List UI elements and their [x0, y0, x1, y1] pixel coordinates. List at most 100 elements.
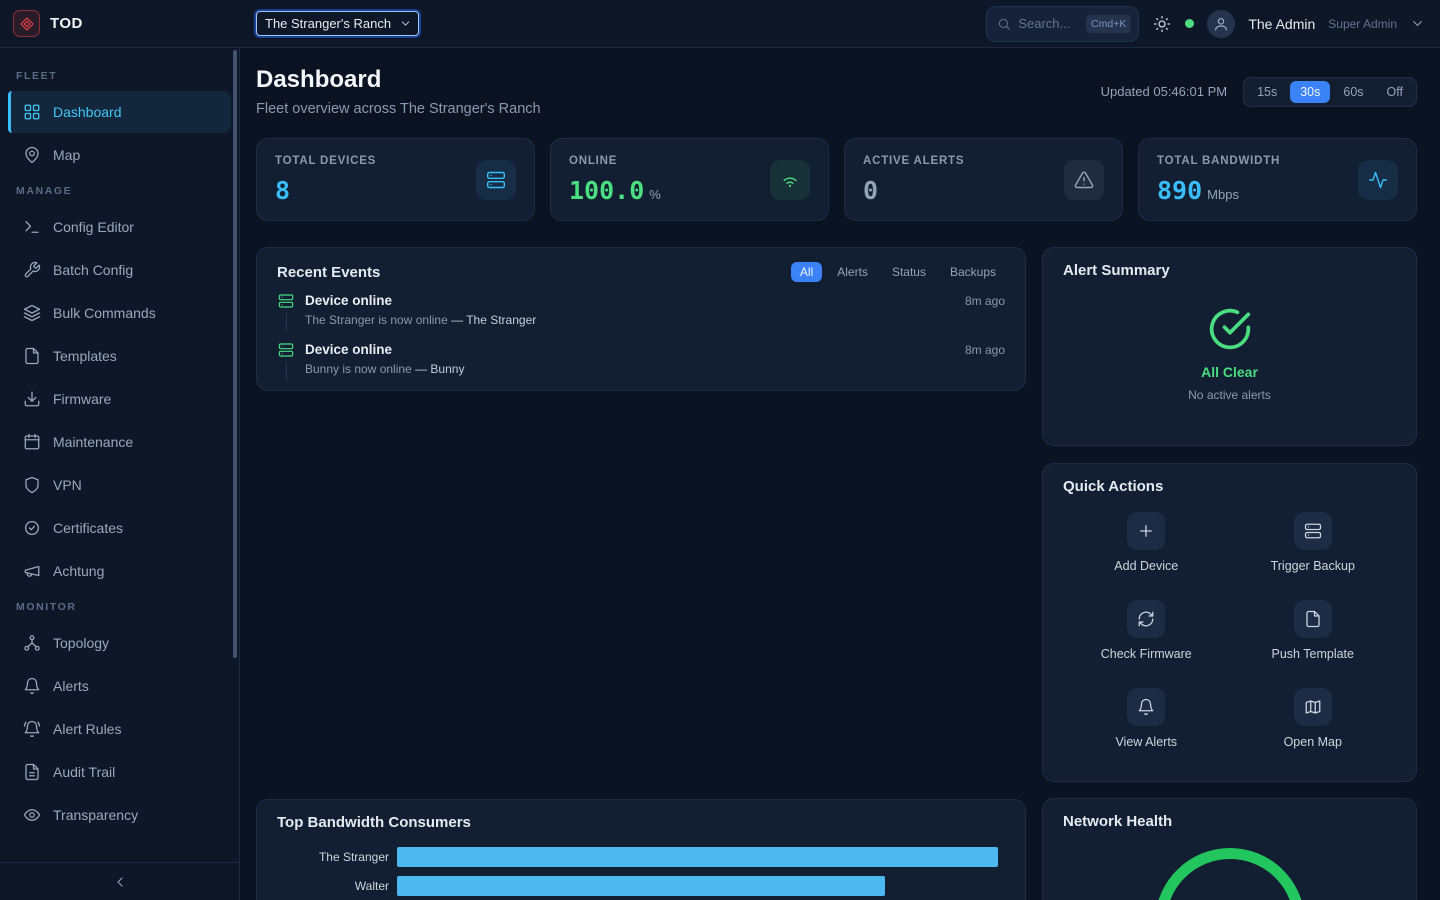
download-icon [23, 390, 41, 408]
sidebar-collapse-button[interactable] [0, 862, 239, 900]
sidebar-item-dashboard[interactable]: Dashboard [8, 91, 231, 133]
calendar-icon [23, 433, 41, 451]
sidebar-item-alerts[interactable]: Alerts [8, 665, 231, 707]
wrench-icon [23, 261, 41, 279]
refresh-interval-30s[interactable]: 30s [1290, 81, 1330, 103]
event-filter-status[interactable]: Status [883, 262, 935, 282]
quick-action-add-device[interactable]: Add Device [1063, 512, 1230, 573]
quick-actions-title: Quick Actions [1063, 478, 1163, 495]
sidebar-item-label: Maintenance [53, 434, 133, 450]
stat-card-online: ONLINE 100.0 % [550, 138, 829, 221]
connection-status-dot [1185, 19, 1194, 28]
quick-action-check-firmware[interactable]: Check Firmware [1063, 600, 1230, 661]
sidebar-item-label: Firmware [53, 391, 111, 407]
sidebar-item-maintenance[interactable]: Maintenance [8, 421, 231, 463]
fleet-selector-value: The Stranger's Ranch [265, 16, 391, 31]
bar-category-label: Walter [277, 879, 389, 893]
event-row: Device online 8m ago Bunny is now online… [277, 342, 1005, 380]
sidebar-item-certificates[interactable]: Certificates [8, 507, 231, 549]
bandwidth-bar [397, 847, 998, 867]
sidebar-item-label: Batch Config [53, 262, 133, 278]
stat-value: 8 [275, 176, 290, 205]
stat-card-total-devices: TOTAL DEVICES 8 [256, 138, 535, 221]
sidebar-item-vpn[interactable]: VPN [8, 464, 231, 506]
sidebar-scrollbar[interactable] [233, 50, 237, 658]
layers-icon [23, 304, 41, 322]
sidebar-item-label: Alert Rules [53, 721, 121, 737]
stat-label: ACTIVE ALERTS [863, 155, 964, 167]
bell-ring-icon [23, 720, 41, 738]
sidebar-item-firmware[interactable]: Firmware [8, 378, 231, 420]
alert-triangle-icon [1064, 160, 1104, 200]
stat-value: 0 [863, 176, 878, 205]
sidebar-item-audit-trail[interactable]: Audit Trail [8, 751, 231, 793]
user-role: Super Admin [1328, 17, 1397, 31]
sidebar-item-map[interactable]: Map [8, 134, 231, 176]
event-description: Bunny is now online [305, 362, 412, 376]
page-title: Dashboard [256, 66, 541, 94]
user-icon [1213, 16, 1229, 32]
stat-value: 890 [1157, 176, 1202, 205]
sidebar-item-label: Transparency [53, 807, 138, 823]
alert-summary-title: Alert Summary [1063, 262, 1170, 279]
quick-action-trigger-backup[interactable]: Trigger Backup [1230, 512, 1397, 573]
terminal-icon [23, 218, 41, 236]
event-filter-alerts[interactable]: Alerts [828, 262, 877, 282]
avatar[interactable] [1207, 10, 1235, 38]
sidebar-item-label: Audit Trail [53, 764, 115, 780]
recent-events-card: Recent Events All Alerts Status Backups [256, 247, 1026, 391]
quick-action-view-alerts[interactable]: View Alerts [1063, 688, 1230, 749]
right-column: Alert Summary All Clear No active alerts… [1042, 247, 1417, 900]
search-input[interactable]: Search... Cmd+K [986, 6, 1139, 42]
badge-check-icon [23, 519, 41, 537]
sidebar-item-config-editor[interactable]: Config Editor [8, 206, 231, 248]
event-filter-backups[interactable]: Backups [941, 262, 1005, 282]
updated-timestamp: Updated 05:46:01 PM [1101, 84, 1227, 99]
app-logo-icon [13, 10, 40, 37]
eye-icon [23, 806, 41, 824]
alert-summary-card: Alert Summary All Clear No active alerts [1042, 247, 1417, 446]
file-text-icon [23, 763, 41, 781]
fleet-selector-dropdown[interactable]: The Stranger's Ranch [256, 11, 419, 36]
sidebar-item-label: Dashboard [53, 104, 122, 120]
refresh-interval-60s[interactable]: 60s [1333, 81, 1373, 103]
bandwidth-bar-row: The Stranger [277, 847, 1005, 867]
refresh-interval-off[interactable]: Off [1377, 81, 1413, 103]
stat-label: TOTAL DEVICES [275, 155, 376, 167]
file-icon [23, 347, 41, 365]
event-device: — Bunny [415, 362, 464, 376]
sidebar-item-alert-rules[interactable]: Alert Rules [8, 708, 231, 750]
sun-icon [1153, 15, 1171, 33]
quick-action-label: Add Device [1114, 559, 1178, 573]
sidebar-item-achtung[interactable]: Achtung [8, 550, 231, 592]
event-description: The Stranger is now online [305, 313, 448, 327]
app-title: TOD [50, 15, 83, 32]
sidebar: FLEET Dashboard Map MANAGE Config Editor… [0, 48, 240, 900]
quick-action-label: Push Template [1272, 647, 1354, 661]
server-icon [1294, 512, 1332, 550]
quick-action-push-template[interactable]: Push Template [1230, 600, 1397, 661]
map-pin-icon [23, 146, 41, 164]
quick-action-open-map[interactable]: Open Map [1230, 688, 1397, 749]
sidebar-item-topology[interactable]: Topology [8, 622, 231, 664]
sidebar-item-batch-config[interactable]: Batch Config [8, 249, 231, 291]
file-icon [1294, 600, 1332, 638]
search-icon [997, 17, 1011, 31]
bandwidth-bar-row: Walter [277, 876, 1005, 896]
chevron-down-icon [399, 17, 412, 30]
theme-toggle-button[interactable] [1152, 14, 1172, 34]
event-title: Device online [305, 293, 392, 308]
sidebar-item-transparency[interactable]: Transparency [8, 794, 231, 836]
sidebar-item-templates[interactable]: Templates [8, 335, 231, 377]
event-filter-all[interactable]: All [791, 262, 822, 282]
refresh-interval-15s[interactable]: 15s [1247, 81, 1287, 103]
stat-label: TOTAL BANDWIDTH [1157, 155, 1280, 167]
server-icon [476, 160, 516, 200]
bandwidth-chart-card: Top Bandwidth Consumers The Stranger Wal… [256, 799, 1026, 900]
top-bar: TOD The Stranger's Ranch Search... Cmd+K… [0, 0, 1440, 48]
user-menu-chevron-icon[interactable] [1410, 16, 1425, 31]
shield-icon [23, 476, 41, 494]
bell-icon [23, 677, 41, 695]
event-time: 8m ago [965, 343, 1005, 357]
sidebar-item-bulk-commands[interactable]: Bulk Commands [8, 292, 231, 334]
